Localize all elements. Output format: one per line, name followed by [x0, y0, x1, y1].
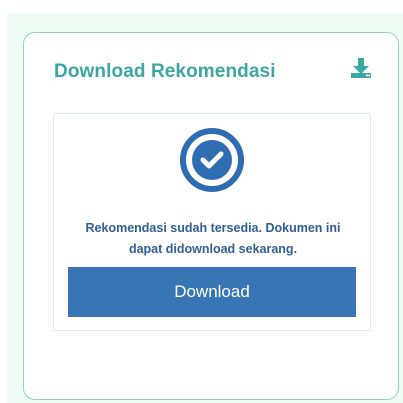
download-button[interactable]: Download — [68, 267, 356, 317]
status-panel: Rekomendasi sudah tersedia. Dokumen ini … — [53, 113, 371, 331]
check-circle-icon — [178, 126, 246, 194]
download-recommendation-card: Download Rekomendasi Rekomendasi sudah t… — [23, 32, 399, 400]
card-title: Download Rekomendasi — [54, 61, 276, 82]
status-message-line-1: Rekomendasi sudah tersedia. Dokumen ini — [85, 221, 341, 235]
status-message-line-2: dapat didownload sekarang. — [128, 242, 298, 256]
download-icon[interactable] — [350, 57, 372, 79]
status-message: Rekomendasi sudah tersedia. Dokumen ini … — [54, 218, 372, 260]
